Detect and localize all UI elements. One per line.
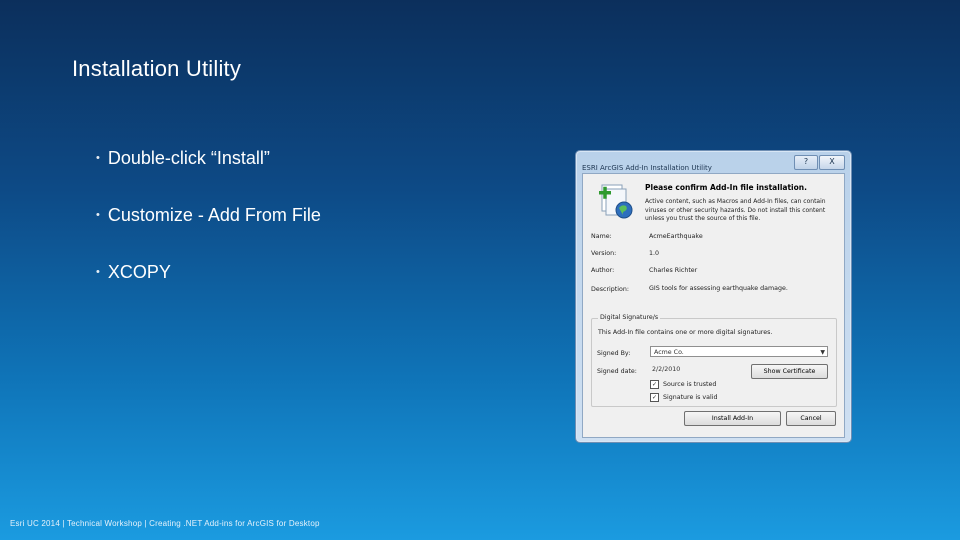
bullet-list: • Double-click “Install” • Customize - Add… [96,144,321,315]
bullet-dot-icon: • [96,266,100,278]
dialog-title: ESRI ArcGIS Add-In Installation Utility [582,164,712,172]
help-button[interactable]: ? [794,155,818,170]
chevron-down-icon[interactable]: ▼ [820,347,825,358]
dialog-client-area: Please confirm Add-In file installation.… [582,173,845,438]
name-label: Name: [591,233,612,240]
signature-description: This Add-In file contains one or more di… [598,329,773,336]
source-trusted-checkbox[interactable]: ✓ [650,380,659,389]
confirm-heading: Please confirm Add-In file installation. [645,183,807,192]
show-certificate-button[interactable]: Show Certificate [751,364,828,379]
close-button[interactable]: X [819,155,845,170]
signed-by-dropdown[interactable]: Acme Co. ▼ [650,346,828,357]
description-label: Description: [591,286,629,293]
bullet-text: Double-click “Install” [107,148,270,168]
bullet-item: • XCOPY [96,258,321,286]
author-value: Charles Richter [649,267,698,274]
slide-title: Installation Utility [72,56,242,81]
addin-installation-dialog: ESRI ArcGIS Add-In Installation Utility … [575,150,852,443]
dialog-titlebar[interactable]: ESRI ArcGIS Add-In Installation Utility … [582,155,845,172]
security-warning-text: Active content, such as Macros and Add-I… [645,198,826,222]
source-trusted-row: ✓ Source is trusted [650,380,716,389]
signature-valid-label: Signature is valid [663,394,718,401]
signed-date-label: Signed date: [597,368,637,375]
signature-valid-checkbox[interactable]: ✓ [650,393,659,402]
description-value: GIS tools for assessing earthquake damag… [649,285,788,292]
cancel-button[interactable]: Cancel [786,411,836,426]
bullet-item: • Customize - Add From File [96,201,321,229]
bullet-dot-icon: • [96,152,100,164]
slide-footer: Esri UC 2014 | Technical Workshop | Crea… [10,519,320,528]
signature-valid-row: ✓ Signature is valid [650,393,718,402]
signed-by-value: Acme Co. [654,349,684,356]
digital-signature-group: Digital Signature/s This Add-In file con… [591,314,837,407]
source-trusted-label: Source is trusted [663,381,717,388]
signed-date-value: 2/2/2010 [652,366,681,373]
digital-signature-legend: Digital Signature/s [598,314,661,321]
bullet-dot-icon: • [96,209,100,221]
signed-by-label: Signed By: [597,350,631,357]
install-addin-button[interactable]: Install Add-In [684,411,781,426]
author-label: Author: [591,267,615,274]
name-value: AcmeEarthquake [649,233,703,240]
bullet-item: • Double-click “Install” [96,144,321,172]
version-label: Version: [591,250,617,257]
version-value: 1.0 [649,250,660,257]
addin-install-icon [599,184,633,219]
bullet-text: Customize - Add From File [107,205,321,225]
bullet-text: XCOPY [107,262,171,282]
